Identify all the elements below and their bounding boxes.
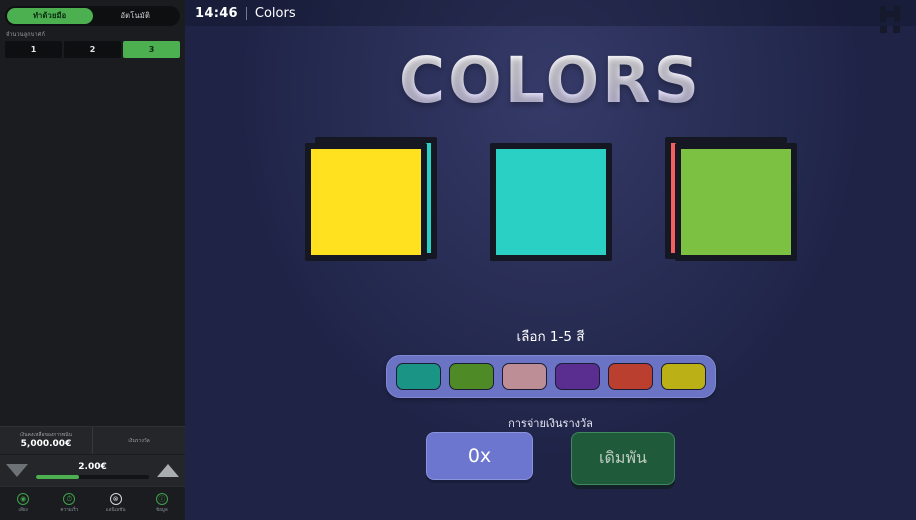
stake-slider[interactable] (35, 475, 150, 479)
clock: 14:46 (195, 5, 238, 21)
stake-slider-fill (35, 475, 79, 479)
speed-icon: ⏱ (63, 493, 76, 505)
stake-increase-button[interactable] (157, 464, 179, 477)
speed-button[interactable]: ⏱ ความเร็ว (46, 493, 92, 514)
footer-icon-bar: ◉ เสียง ⏱ ความเร็ว ⊗ แอนิเมชัน ⓘ ข้อมูล (0, 486, 185, 520)
volume-icon: ◉ (17, 493, 30, 505)
balance-cell: เงินคงเหลือของการพนัน 5,000.00€ (0, 427, 92, 454)
hacksaw-logo-icon (878, 4, 906, 36)
color-palette (385, 355, 716, 398)
divider (245, 6, 247, 20)
sound-button[interactable]: ◉ เสียง (0, 493, 46, 514)
action-row: 0x เดิมพัน (185, 432, 916, 485)
swatch-green[interactable] (448, 363, 494, 390)
balance-caption: เงินคงเหลือของการพนัน (20, 432, 72, 438)
card-slot-3[interactable] (664, 137, 797, 263)
card-front-1 (304, 143, 427, 261)
swatch-red[interactable] (607, 363, 653, 390)
page-title: COLORS (185, 44, 916, 117)
speed-label: ความเร็ว (60, 508, 79, 513)
card-slot-2[interactable] (485, 137, 617, 263)
animation-label: แอนิเมชัน (105, 508, 126, 513)
info-label: ข้อมูล (156, 508, 168, 513)
swatch-purple[interactable] (554, 363, 600, 390)
cube-count-label: จำนวนลูกบาศก์ (6, 32, 46, 38)
no-animation-icon: ⊗ (109, 493, 122, 505)
balance-value: 5,000.00€ (20, 439, 72, 449)
mode-tab-manual[interactable]: ทำด้วยมือ (7, 8, 93, 24)
mode-tab-manual-label: ทำด้วยมือ (33, 11, 67, 20)
profit-cell: เงินรางวัล (92, 427, 185, 454)
sound-label: เสียง (18, 508, 28, 513)
cube-count-row: 1 2 3 (5, 41, 180, 58)
balance-bar: เงินคงเหลือของการพนัน 5,000.00€ เงินรางว… (0, 426, 185, 454)
swatch-yellow[interactable] (660, 363, 706, 390)
stake-bar: 2.00€ (0, 454, 185, 486)
animation-button[interactable]: ⊗ แอนิเมชัน (93, 493, 139, 514)
game-title: Colors (254, 5, 296, 21)
card-front-2 (489, 143, 612, 261)
top-bar: 14:46 Colors (185, 0, 916, 26)
info-icon: ⓘ (155, 493, 168, 505)
card-row (185, 137, 916, 263)
info-button[interactable]: ⓘ ข้อมูล (139, 493, 185, 514)
swatch-pink[interactable] (501, 363, 547, 390)
stake-value: 2.00€ (78, 462, 107, 472)
game-stage: 14:46 Colors COLORS เลือก 1-5 สี การจ่าย… (185, 0, 916, 520)
bet-button[interactable]: เดิมพัน (571, 432, 675, 485)
mode-tab-auto[interactable]: อัตโนมัติ (93, 8, 179, 24)
cube-count-2[interactable]: 2 (64, 41, 121, 58)
game-window: ทำด้วยมือ อัตโนมัติ จำนวนลูกบาศก์ 1 2 3 … (0, 0, 916, 520)
swatch-teal[interactable] (395, 363, 441, 390)
card-front-3 (674, 143, 797, 261)
stake-decrease-button[interactable] (6, 464, 28, 477)
profit-caption: เงินรางวัล (128, 437, 150, 444)
stake-slider-wrap: 2.00€ (28, 455, 157, 486)
payout-multiplier-button[interactable]: 0x (426, 432, 533, 480)
cube-count-1[interactable]: 1 (5, 41, 62, 58)
bet-sidebar: ทำด้วยมือ อัตโนมัติ จำนวนลูกบาศก์ 1 2 3 … (0, 0, 185, 520)
cube-count-3[interactable]: 3 (123, 41, 180, 58)
selection-prompt: เลือก 1-5 สี (516, 329, 585, 345)
payout-label: การจ่ายเงินรางวัล (508, 417, 593, 430)
mode-tab-auto-label: อัตโนมัติ (120, 11, 151, 20)
mode-switch: ทำด้วยมือ อัตโนมัติ (5, 6, 180, 26)
card-slot-1[interactable] (304, 137, 437, 263)
